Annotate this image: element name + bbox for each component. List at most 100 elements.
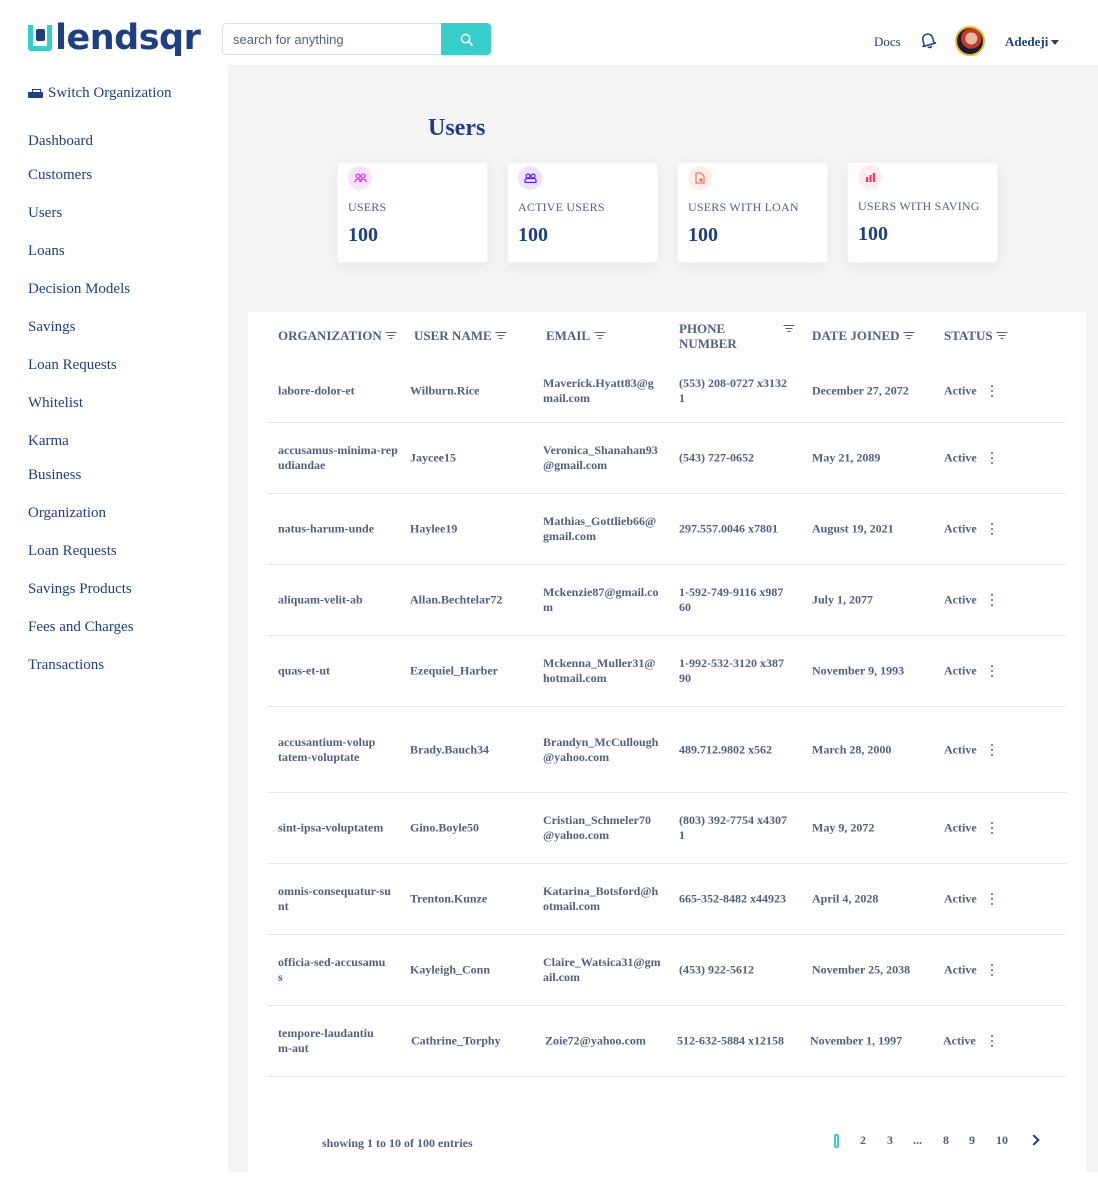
sidebar-item-organization[interactable]: Organization	[28, 505, 106, 522]
status-badge: Active	[944, 663, 977, 678]
cell-organization: natus-harum-unde	[278, 521, 375, 536]
cell-user-name: Jaycee15	[410, 450, 456, 465]
loan-icon	[688, 166, 712, 190]
cell-user-name: Brady.Bauch34	[410, 742, 490, 756]
row-actions-icon[interactable]	[988, 384, 996, 397]
stat-card-active-users: ACTIVE USERS 100	[507, 162, 658, 263]
user-menu[interactable]: Adedeji	[1005, 34, 1060, 50]
row-actions-icon[interactable]	[988, 893, 996, 905]
cell-user-name: Haylee19	[410, 521, 458, 536]
column-header-phone-number: PHONE NUMBER	[679, 321, 794, 351]
cell-organization: accusantium-voluptatem-voluptate	[278, 734, 376, 764]
table-row[interactable]: omnis-consequatur-sunt Trenton.Kunze Kat…	[268, 864, 1066, 935]
cell-organization: officia-sed-accusamus	[278, 955, 386, 984]
users-table: ORGANIZATION USER NAME EMAIL PHONE NUMBE…	[248, 312, 1086, 1172]
sidebar-item-loan-requests-2[interactable]: Loan Requests	[28, 543, 117, 560]
page-button-9[interactable]: 9	[969, 1133, 975, 1148]
status-badge: Active	[944, 450, 977, 465]
page-button-8[interactable]: 8	[943, 1133, 949, 1148]
next-page-chevron-icon[interactable]	[1028, 1134, 1040, 1146]
status-badge: Active	[944, 962, 977, 977]
row-actions-icon[interactable]	[988, 822, 996, 834]
row-actions-icon[interactable]	[988, 665, 996, 677]
sidebar-item-loans[interactable]: Loans	[28, 243, 65, 260]
cell-phone: 665-352-8482 x44923	[679, 891, 786, 906]
sidebar-item-business[interactable]: Business	[28, 467, 81, 484]
entries-summary: showing 1 to 10 of 100 entries	[322, 1136, 473, 1150]
cell-organization: omnis-consequatur-sunt	[278, 884, 391, 913]
cell-organization: accusamus-minima-repudiandae	[278, 443, 398, 472]
page-button-1[interactable]	[834, 1134, 839, 1152]
sidebar-item-karma[interactable]: Karma	[28, 433, 69, 450]
sidebar-item-dashboard[interactable]: Dashboard	[28, 133, 93, 150]
filter-icon[interactable]	[495, 331, 507, 340]
sidebar-item-fees-and-charges[interactable]: Fees and Charges	[28, 619, 134, 636]
row-actions-icon[interactable]	[988, 964, 996, 976]
table-row[interactable]: accusantium-voluptatem-voluptate Brady.B…	[268, 707, 1066, 793]
status-badge: Active	[943, 1033, 976, 1048]
sidebar: Switch Organization Dashboard Customers …	[0, 65, 228, 1192]
filter-icon[interactable]	[783, 325, 794, 333]
sidebar-item-customers[interactable]: Customers	[28, 167, 92, 184]
stat-card-value: 100	[348, 224, 378, 246]
sidebar-item-savings[interactable]: Savings	[28, 319, 76, 336]
search-input[interactable]	[222, 23, 441, 55]
stat-card-label: USERS	[348, 200, 387, 214]
page-button-3[interactable]: 3	[887, 1133, 893, 1148]
row-actions-icon[interactable]	[988, 594, 996, 606]
filter-icon[interactable]	[594, 331, 606, 340]
sidebar-item-whitelist[interactable]: Whitelist	[28, 395, 83, 412]
caret-down-icon	[1051, 39, 1060, 45]
table-row[interactable]: accusamus-minima-repudiandae Jaycee15 Ve…	[268, 423, 1066, 494]
docs-link[interactable]: Docs	[874, 34, 901, 50]
cell-user-name: Gino.Boyle50	[410, 820, 480, 835]
page-button-2[interactable]: 2	[860, 1133, 866, 1148]
cell-user-name: Wilburn.Rice	[410, 383, 480, 397]
row-actions-icon[interactable]	[988, 523, 996, 535]
notification-bell-icon[interactable]	[919, 31, 937, 49]
cell-email: Mathias_Gottlieb66@gmail.com	[543, 514, 657, 543]
table-row[interactable]: natus-harum-unde Haylee19 Mathias_Gottli…	[268, 494, 1066, 565]
search-bar	[222, 23, 491, 55]
status-badge: Active	[944, 891, 977, 906]
stat-card-users-with-loan: USERS WITH LOAN 100	[677, 162, 828, 263]
stat-card-users-with-saving: USERS WITH SAVING 100	[847, 162, 998, 263]
stat-card-value: 100	[688, 224, 718, 246]
cell-organization: labore-dolor-et	[278, 383, 355, 397]
table-row[interactable]: tempore-laudantium-aut Cathrine_Torphy Z…	[268, 1006, 1066, 1077]
sidebar-item-transactions[interactable]: Transactions	[28, 657, 104, 674]
table-row[interactable]: labore-dolor-et Wilburn.Rice Maverick.Hy…	[268, 359, 1066, 423]
switch-organization-label: Switch Organization	[48, 85, 172, 101]
table-row[interactable]: officia-sed-accusamus Kayleigh_Conn Clai…	[268, 935, 1066, 1006]
status-badge: Active	[944, 592, 977, 607]
row-actions-icon[interactable]	[988, 1035, 996, 1047]
page-button-10[interactable]: 10	[996, 1133, 1008, 1148]
sidebar-item-users[interactable]: Users	[28, 205, 62, 222]
sidebar-item-loan-requests[interactable]: Loan Requests	[28, 357, 117, 374]
table-row[interactable]: sint-ipsa-voluptatem Gino.Boyle50 Cristi…	[268, 793, 1066, 864]
cell-phone: 1-592-749-9116 x98760	[679, 585, 784, 614]
current-page-marker	[834, 1134, 839, 1148]
cell-user-name: Trenton.Kunze	[410, 891, 488, 906]
search-icon	[460, 33, 473, 46]
switch-organization[interactable]: Switch Organization	[28, 85, 171, 102]
row-actions-icon[interactable]	[988, 743, 996, 756]
search-button[interactable]	[441, 23, 491, 55]
table-row[interactable]: aliquam-velit-ab Allan.Bechtelar72 Mcken…	[268, 565, 1066, 636]
user-avatar[interactable]	[955, 26, 985, 56]
status-badge: Active	[944, 521, 977, 536]
sidebar-item-savings-products[interactable]: Savings Products	[28, 581, 132, 598]
cell-user-name: Cathrine_Torphy	[411, 1033, 501, 1048]
logo-text: lendsqr	[55, 18, 201, 58]
row-actions-icon[interactable]	[988, 452, 996, 464]
table-row[interactable]: quas-et-ut Ezequiel_Harber Mckenna_Mulle…	[268, 636, 1066, 707]
column-header-user-name: USER NAME	[414, 328, 507, 343]
sidebar-item-decision-models[interactable]: Decision Models	[28, 281, 130, 298]
cell-phone: 512-632-5884 x12158	[677, 1033, 784, 1048]
filter-icon[interactable]	[996, 331, 1008, 340]
lendsqr-logo[interactable]: lendsqr	[28, 18, 201, 58]
filter-icon[interactable]	[385, 331, 397, 340]
filter-icon[interactable]	[903, 331, 915, 340]
cell-phone: (803) 392-7754 x43071	[679, 813, 787, 842]
stat-card-value: 100	[858, 223, 888, 245]
